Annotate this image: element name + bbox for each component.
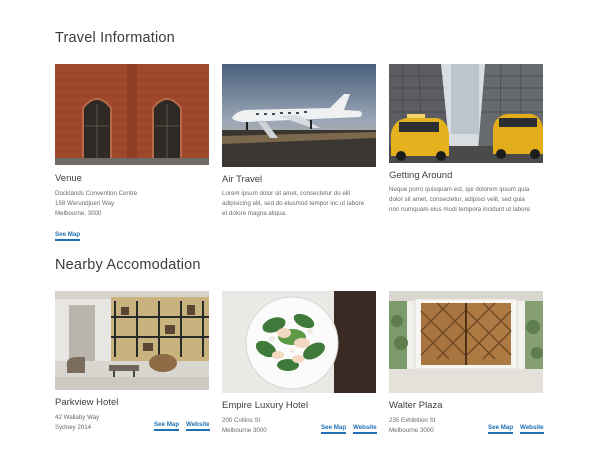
accommodation-section-title: Nearby Accomodation <box>55 257 201 273</box>
empire-luxury-hotel-address-line-1: 200 Collins St <box>222 417 261 424</box>
air-travel-photo <box>222 64 376 167</box>
air-travel-text-line-2: adipisicing elit, sed do eiusmod tempor … <box>222 200 365 207</box>
empire-see-map-link[interactable]: See Map <box>321 424 347 434</box>
air-travel-text-line-3: et dolore magna aliqua. <box>222 210 287 217</box>
air-travel-title: Air Travel <box>222 174 263 185</box>
parkview-website-link[interactable]: Website <box>186 421 210 431</box>
walter-plaza-see-map-link[interactable]: See Map <box>488 424 514 434</box>
venue-title: Venue <box>55 173 82 184</box>
venue-see-map-link[interactable]: See Map <box>55 231 81 241</box>
getting-around-text-line-2: dolor sit amet, consectetur, adipisci ve… <box>389 196 525 203</box>
venue-address-line-3: Melbourne, 3000 <box>55 210 102 217</box>
getting-around-title: Getting Around <box>389 170 453 181</box>
getting-around-text-line-3: non numquam eius modi tempora incidunt u… <box>389 206 531 213</box>
hotel-card-empire-luxury: Empire Luxury Hotel 200 Collins St Melbo… <box>222 291 377 441</box>
parkview-hotel-address-line-1: 42 Wallaby Way <box>55 414 100 421</box>
parkview-hotel-name: Parkview Hotel <box>55 397 119 408</box>
empire-website-link[interactable]: Website <box>353 424 377 434</box>
hotel-card-parkview: Parkview Hotel 42 Wallaby Way Sydney 201… <box>55 291 210 441</box>
empire-luxury-hotel-address-line-2: Melbourne 3000 <box>222 427 267 434</box>
walter-plaza-photo <box>389 291 543 393</box>
getting-around-text-line-1: Neque porro quisquam est, qui dolorem ip… <box>389 186 530 193</box>
venue-address-line-2: 158 Werundjueri Way <box>55 200 115 207</box>
empire-luxury-hotel-photo <box>222 291 376 393</box>
air-travel-text-line-1: Lorem ipsum dolor sit amet, consectetur … <box>222 190 351 197</box>
travel-card-air-travel: Air Travel Lorem ipsum dolor sit amet, c… <box>222 64 376 224</box>
getting-around-photo <box>389 64 543 163</box>
hotel-card-walter-plaza: Walter Plaza 235 Exhibition St Melbourne… <box>389 291 544 441</box>
parkview-see-map-link[interactable]: See Map <box>154 421 180 431</box>
empire-luxury-hotel-name: Empire Luxury Hotel <box>222 400 309 411</box>
walter-plaza-website-link[interactable]: Website <box>520 424 544 434</box>
walter-plaza-address-line-2: Melbourne 3000 <box>389 427 434 434</box>
venue-photo <box>55 64 209 165</box>
travel-card-getting-around: Getting Around Neque porro quisquam est,… <box>389 64 543 224</box>
parkview-hotel-photo <box>55 291 209 390</box>
walter-plaza-name: Walter Plaza <box>389 400 443 411</box>
travel-card-venue: Venue Docklands Convention Centre 158 We… <box>55 64 209 244</box>
travel-section-title: Travel Information <box>55 30 175 46</box>
parkview-hotel-address-line-2: Sydney 2014 <box>55 424 92 431</box>
walter-plaza-address-line-1: 235 Exhibition St <box>389 417 436 424</box>
venue-address-line-1: Docklands Convention Centre <box>55 190 138 197</box>
